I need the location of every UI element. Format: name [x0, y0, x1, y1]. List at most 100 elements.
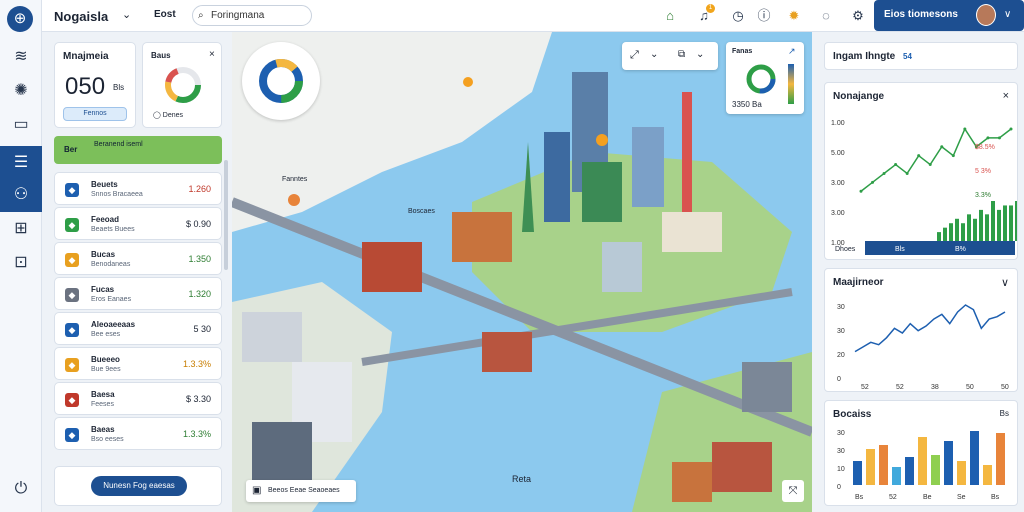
logout-icon[interactable]: ⏻ [0, 472, 42, 506]
chevron-down-icon[interactable]: ∨ [1001, 276, 1009, 289]
bar [970, 431, 979, 485]
pin-icon[interactable] [463, 77, 473, 87]
map-label: Fanntes [282, 176, 308, 183]
item-icon: ◆ [65, 183, 79, 197]
list-item[interactable]: ◆ Baeas Bso eeses 1.3.3% [54, 417, 222, 450]
compass-widget[interactable] [242, 42, 320, 120]
bar [937, 232, 941, 241]
x-tick-label: Bs [991, 494, 1000, 501]
list-icon[interactable]: ☰ [0, 146, 42, 180]
arrow-icon[interactable]: ↗ [788, 46, 796, 57]
layers-icon[interactable]: ≋ [0, 40, 42, 74]
bar [985, 214, 989, 241]
item-icon: ◆ [65, 358, 79, 372]
donut-card: Baus × ◯ Denes [142, 42, 222, 128]
zoom-icon[interactable]: ⤧ [782, 480, 804, 502]
item-icon: ◆ [65, 428, 79, 442]
map-mini-widget: Fanas ↗ 3350 Ba [726, 42, 804, 114]
list-item[interactable]: ◆ Fucas Eros Eanaes 1.320 [54, 277, 222, 310]
clock-icon[interactable]: ◷ [728, 6, 748, 26]
data-point [940, 145, 944, 149]
list-header[interactable]: Ber Beranend iseml [54, 136, 222, 164]
bar [979, 209, 983, 241]
chart1-title: Nonajange [833, 91, 885, 102]
right-header-badge: 54 [903, 52, 912, 61]
top-bar: Nogaisla ⌄ Eost ⌕ Foringmana ⌂ ♫ 1 ◷ ⓘ ✹… [42, 0, 1024, 32]
y-tick-label: 0 [837, 484, 841, 491]
chat-icon[interactable]: ◌ [816, 6, 836, 26]
item-value: $ 0.90 [185, 219, 211, 229]
x-axis-band [865, 241, 1015, 255]
item-icon: ◆ [65, 288, 79, 302]
pin-icon[interactable] [288, 194, 300, 206]
tab-label[interactable]: Eost [154, 9, 176, 20]
chevron-down-icon[interactable]: ⌄ [122, 8, 131, 21]
message-icon[interactable]: ▭ [0, 108, 42, 142]
y-tick-label: 30 [837, 430, 845, 437]
map-status-text: Beeos Eeae Seaoeaes [268, 487, 340, 494]
app-logo-icon[interactable]: ⊕ [7, 6, 33, 32]
expand-icon[interactable]: ⤢ [630, 49, 639, 62]
chart-card-1: Nonajange × 1.00 5.00 3.00 3.00 1.00 $8.5% 5 3… [824, 82, 1018, 260]
search-input[interactable]: ⌕ Foringmana [192, 5, 312, 26]
y-tick-label: 30 [837, 304, 845, 311]
map-icon: ▣ [252, 485, 262, 496]
globe-icon[interactable]: ✺ [0, 74, 42, 108]
item-name: Fucas [91, 285, 115, 294]
list-item[interactable]: ◆ Aleoaeeaas Bee eses 5 30 [54, 312, 222, 345]
item-name: Baeas [91, 425, 115, 434]
list-item[interactable]: ◆ Feeoad Beaets Buees $ 0.90 [54, 207, 222, 240]
map-status-bar[interactable]: ▣ Beeos Eeae Seaoeaes [246, 480, 356, 502]
chevron-down-icon: ∨ [1004, 9, 1012, 20]
annotation: 3.3% [975, 192, 991, 199]
item-sub: Snnos Bracaeea [91, 191, 143, 198]
annotation: $8.5% [975, 144, 995, 151]
list-item[interactable]: ◆ Baesa Feeses $ 3.30 [54, 382, 222, 415]
user-menu[interactable]: Eios tiomesons ∨ [874, 0, 1024, 31]
search-icon: ⌕ [198, 10, 204, 21]
bar [944, 441, 953, 485]
summary-button[interactable]: Fennos [63, 107, 127, 121]
list-scrollbar[interactable] [224, 160, 228, 270]
item-sub: Bee eses [91, 331, 121, 338]
y-tick-label: 20 [837, 352, 845, 359]
pin-icon[interactable] [596, 134, 608, 146]
map-canvas [232, 32, 812, 512]
users-icon[interactable]: ⚇ [0, 178, 42, 212]
left-panel: Mnajmeia 050 Bls Fennos Baus × ◯ Denes B… [42, 32, 232, 512]
donut-footer-text: Denes [162, 112, 184, 119]
list-footer: Nunesn Fog eaesas [54, 466, 222, 506]
item-name: Aleoaeeaas [91, 320, 136, 329]
mini-value: 3350 Ba [732, 100, 762, 109]
y-tick-label: 5.00 [831, 150, 845, 157]
chart1-svg: 1.005.003.003.001.00$8.5%5 3%3.3%Dhoes Bl… [831, 120, 1017, 255]
y-tick-label: 30 [837, 328, 845, 335]
item-sub: Bso eeses [91, 436, 124, 443]
bar [961, 223, 965, 241]
list-action-button[interactable]: Nunesn Fog eaesas [91, 476, 187, 496]
bar [1009, 205, 1013, 241]
sun-icon[interactable]: ✹ [784, 6, 804, 26]
chevron-down-icon[interactable]: ⌄ [696, 49, 704, 60]
data-point [951, 154, 955, 158]
close-icon[interactable]: × [1003, 90, 1009, 102]
chart-card-3: Bocaiss Bs 30 30 10 0 Bs 52 Be Se Bs [824, 400, 1018, 506]
list-item[interactable]: ◆ Bucas Benodaneas 1.350 [54, 242, 222, 275]
bar [957, 461, 966, 485]
item-value: 1.260 [188, 184, 211, 194]
settings-icon[interactable]: ⚙ [848, 6, 868, 26]
x-tick-label: Bs [855, 494, 864, 501]
board-icon[interactable]: ⊡ [0, 246, 42, 280]
info-icon[interactable]: ⓘ [754, 6, 774, 26]
list-item[interactable]: ◆ Beuets Snnos Bracaeea 1.260 [54, 172, 222, 205]
layers-icon[interactable]: ⧉ [678, 49, 685, 60]
close-icon[interactable]: × [209, 49, 215, 60]
grid-icon[interactable]: ⊞ [0, 212, 42, 246]
item-sub: Beaets Buees [91, 226, 135, 233]
list-item[interactable]: ◆ Bueeeo Bue 9ees 1.3.3% [54, 347, 222, 380]
chevron-down-icon[interactable]: ⌄ [650, 49, 658, 60]
x-tick-label: Bls [895, 246, 905, 253]
bar [892, 467, 901, 485]
home-icon[interactable]: ⌂ [660, 6, 680, 26]
city-map[interactable]: ⤢ ⌄ ⧉ ⌄ Fanas ↗ 3350 Ba Fanntes Boscaes … [232, 32, 812, 512]
